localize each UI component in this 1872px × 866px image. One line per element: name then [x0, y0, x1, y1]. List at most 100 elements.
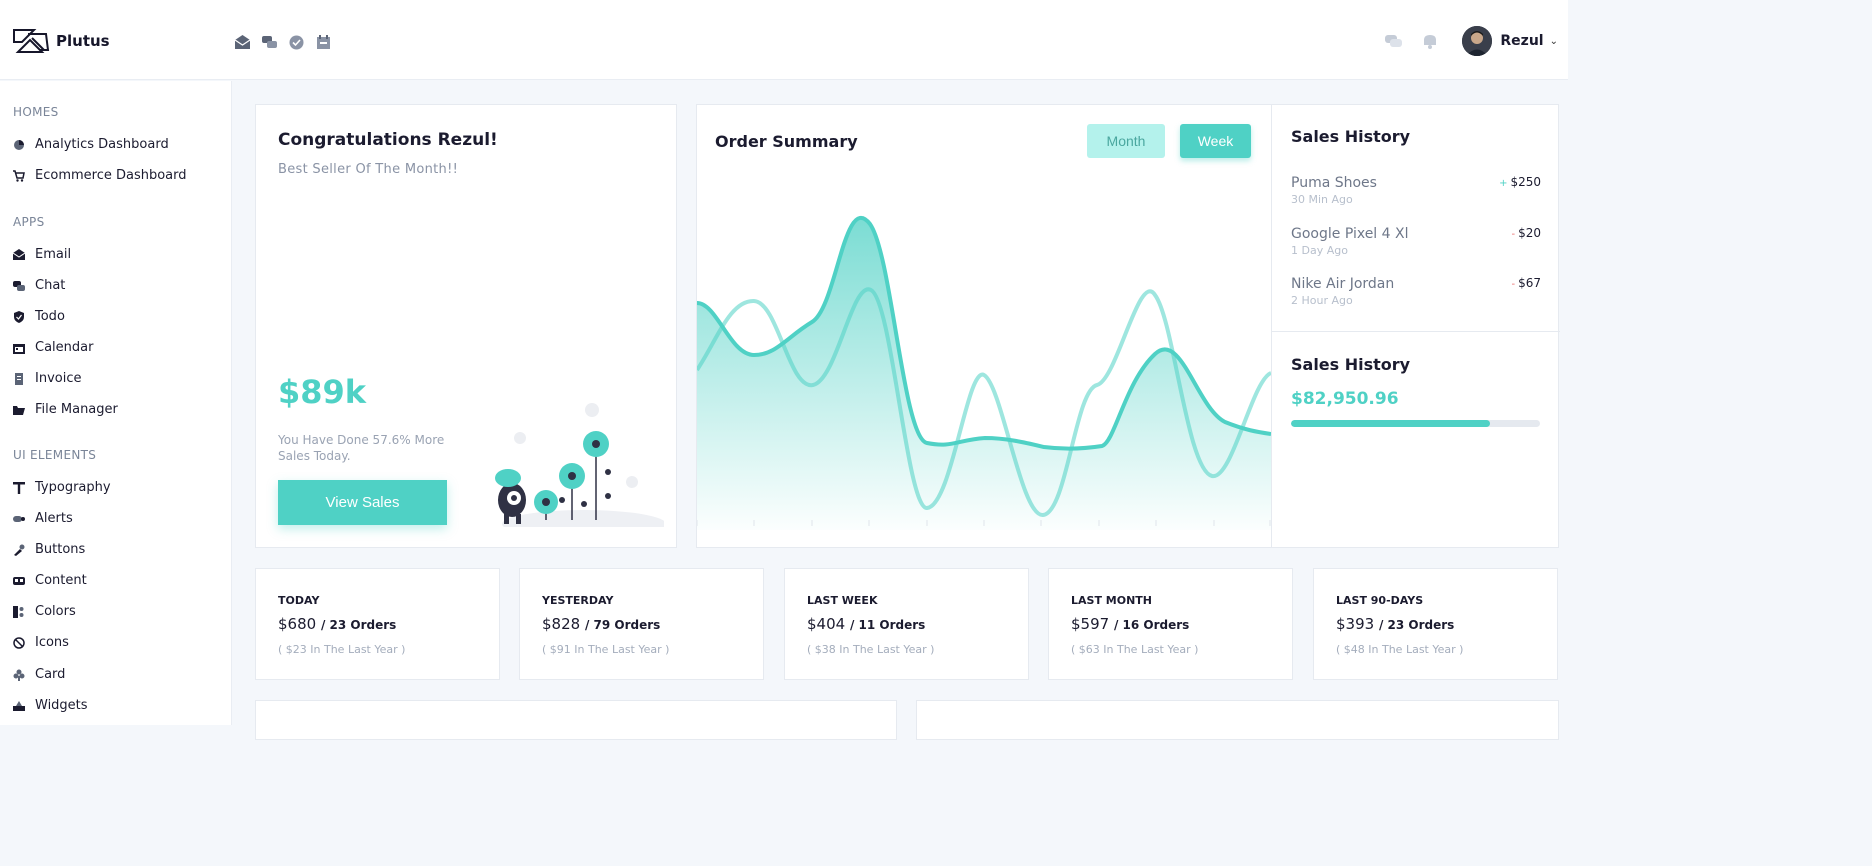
sales-history-item[interactable]: Google Pixel 4 Xl 1 Day Ago - $20: [1291, 226, 1541, 257]
sales-item-value-wrap: - $20: [1511, 226, 1541, 240]
congrats-title: Congratulations Rezul!: [278, 130, 498, 150]
sidebar-item-label: Colors: [35, 604, 76, 619]
order-summary-title: Order Summary: [715, 132, 858, 151]
sidebar-item-icons[interactable]: Icons: [13, 635, 69, 650]
typography-icon: [13, 481, 25, 494]
shield-check-icon: [14, 310, 24, 323]
user-name[interactable]: Rezul: [1500, 33, 1543, 49]
sidebar-section-homes: HOMES: [13, 105, 59, 119]
sales-history-item[interactable]: Nike Air Jordan 2 Hour Ago - $67: [1291, 276, 1541, 307]
sidebar-item-card[interactable]: Card: [13, 667, 65, 682]
stat-orders: / 16 Orders: [1113, 618, 1190, 632]
stat-card-last-week: LAST WEEK $404 / 11 Orders ( $38 In The …: [784, 568, 1029, 680]
sales-item-name: Nike Air Jordan: [1291, 276, 1395, 292]
sidebar-item-label: Invoice: [35, 371, 82, 386]
sales-history-panel: Sales History Puma Shoes 30 Min Ago + $25…: [1271, 105, 1560, 547]
sidebar-item-email[interactable]: Email: [13, 247, 71, 262]
sidebar-item-alerts[interactable]: Alerts: [13, 511, 73, 526]
sales-history-total-title: Sales History: [1291, 355, 1411, 374]
stat-amount: $597: [1071, 615, 1110, 633]
sales-item-value: $20: [1518, 226, 1541, 240]
sales-item-time: 2 Hour Ago: [1291, 294, 1353, 307]
email-icon: [13, 248, 25, 260]
order-summary-chart: [697, 215, 1271, 530]
sidebar-item-label: Widgets: [35, 698, 88, 713]
plutus-logo-icon: [13, 29, 50, 53]
sidebar-item-widgets[interactable]: Widgets: [13, 698, 88, 713]
sidebar-item-label: Calendar: [35, 340, 94, 355]
sidebar-item-calendar[interactable]: Calendar: [13, 340, 93, 355]
chat-icon: [13, 280, 25, 291]
sales-item-sign: -: [1511, 229, 1516, 240]
sidebar-item-buttons[interactable]: Buttons: [13, 542, 85, 557]
sales-item-value-wrap: + $250: [1499, 175, 1541, 189]
colors-icon: [13, 605, 24, 618]
stat-last-year: ( $23 In The Last Year ): [278, 643, 406, 656]
chevron-down-icon[interactable]: ⌄: [1550, 36, 1558, 47]
sales-item-sign: -: [1511, 279, 1516, 290]
sales-item-time: 30 Min Ago: [1291, 193, 1353, 206]
sales-history-total: $82,950.96: [1291, 389, 1399, 409]
sales-history-item[interactable]: Puma Shoes 30 Min Ago + $250: [1291, 175, 1541, 206]
chat-icon[interactable]: [261, 34, 278, 51]
congrats-subtitle: Best Seller Of The Month!!: [278, 162, 459, 177]
sales-progress-bar: [1291, 420, 1540, 427]
sidebar-item-file-manager[interactable]: File Manager: [13, 402, 118, 417]
stat-last-year: ( $48 In The Last Year ): [1336, 643, 1464, 656]
sales-item-value: $250: [1510, 175, 1541, 189]
avatar-image: [1462, 26, 1493, 56]
stat-card-last-month: LAST MONTH $597 / 16 Orders ( $63 In The…: [1048, 568, 1293, 680]
stat-amount: $393: [1336, 615, 1375, 633]
sales-item-value: $67: [1518, 276, 1541, 290]
todo-icon[interactable]: [288, 34, 305, 51]
stat-last-year: ( $63 In The Last Year ): [1071, 643, 1199, 656]
stat-card-last-90-days: LAST 90-DAYS $393 / 23 Orders ( $48 In T…: [1313, 568, 1558, 680]
email-icon[interactable]: [234, 34, 251, 51]
user-avatar[interactable]: [1462, 26, 1493, 56]
stat-label: LAST MONTH: [1071, 594, 1152, 607]
calendar-icon[interactable]: [315, 34, 332, 51]
stat-amount: $828: [542, 615, 581, 633]
sidebar-item-colors[interactable]: Colors: [13, 604, 76, 619]
sidebar-item-ecommerce-dashboard[interactable]: Ecommerce Dashboard: [13, 168, 187, 183]
stat-card-today: TODAY $680 / 23 Orders ( $23 In The Last…: [255, 568, 500, 680]
cart-icon: [13, 169, 25, 182]
sidebar-item-label: File Manager: [35, 402, 118, 417]
week-toggle-button[interactable]: Week: [1180, 124, 1251, 158]
sidebar-item-label: Analytics Dashboard: [35, 137, 169, 152]
sales-item-time: 1 Day Ago: [1291, 244, 1348, 257]
card-icon: [13, 669, 25, 681]
sidebar-item-typography[interactable]: Typography: [13, 480, 111, 495]
messages-icon[interactable]: [1384, 32, 1404, 50]
sidebar-item-label: Icons: [35, 635, 69, 650]
sidebar-item-chat[interactable]: Chat: [13, 278, 65, 293]
buttons-icon: [14, 544, 25, 556]
bottom-card-left: [255, 700, 897, 740]
stat-line: $597 / 16 Orders: [1071, 615, 1189, 633]
monster-plants-illustration: [495, 403, 664, 527]
sidebar-item-label: Card: [35, 667, 66, 682]
content-icon: [13, 576, 25, 585]
sales-description: You Have Done 57.6% More Sales Today.: [278, 433, 445, 463]
sales-progress-fill: [1291, 420, 1491, 427]
sidebar: HOMES Analytics Dashboard Ecommerce Dash…: [0, 81, 232, 725]
notifications-icon[interactable]: [1420, 32, 1440, 50]
sidebar-item-todo[interactable]: Todo: [13, 309, 65, 324]
brand-logo[interactable]: Plutus: [12, 28, 110, 54]
stat-line: $680 / 23 Orders: [278, 615, 396, 633]
top-header: Plutus Rezul ⌄: [0, 0, 1568, 80]
sales-item-sign: +: [1499, 178, 1508, 189]
sidebar-item-label: Alerts: [35, 511, 73, 526]
folder-icon: [13, 405, 25, 415]
sidebar-item-analytics-dashboard[interactable]: Analytics Dashboard: [13, 137, 169, 152]
month-toggle-button[interactable]: Month: [1087, 124, 1165, 158]
stat-last-year: ( $91 In The Last Year ): [542, 643, 670, 656]
sidebar-item-content[interactable]: Content: [13, 573, 87, 588]
stat-amount: $404: [807, 615, 846, 633]
quick-access-icons: [234, 34, 332, 51]
stat-line: $404 / 11 Orders: [807, 615, 925, 633]
sales-amount: $89k: [278, 373, 367, 411]
order-summary-card: Order Summary Month Week Sales History P…: [696, 104, 1560, 548]
view-sales-button[interactable]: View Sales: [278, 480, 447, 525]
sidebar-item-invoice[interactable]: Invoice: [13, 371, 81, 386]
